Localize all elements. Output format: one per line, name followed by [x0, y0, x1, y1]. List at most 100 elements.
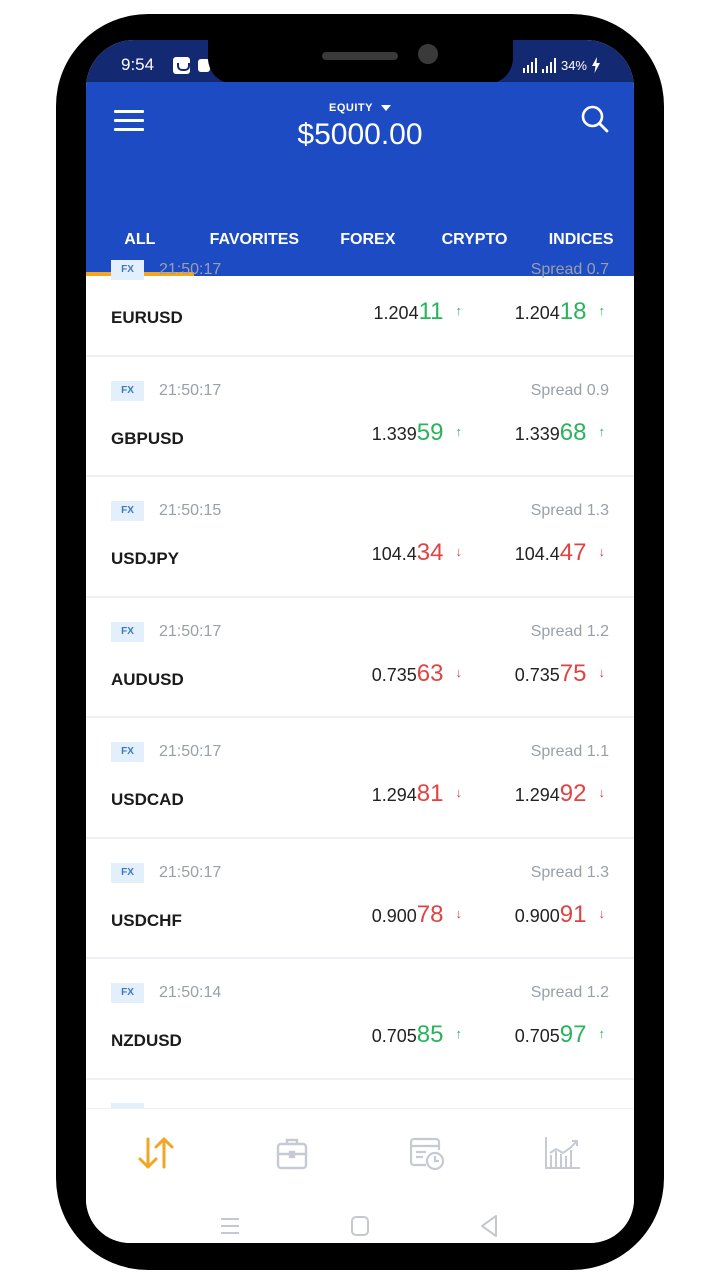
fx-badge: FX [111, 501, 144, 521]
speaker-grille [322, 52, 398, 60]
history-calendar-clock-icon[interactable] [406, 1135, 446, 1171]
arrow-down-icon: ↓ [455, 905, 463, 921]
equity-value: $5000.00 [297, 118, 423, 151]
equity-selector[interactable]: EQUITY [86, 102, 634, 114]
fx-badge: FX [111, 742, 144, 762]
trade-arrows-icon[interactable] [136, 1135, 176, 1171]
equity-label: EQUITY [329, 102, 373, 114]
spread-value: Spread 1.2 [530, 984, 609, 1001]
analytics-chart-icon[interactable] [542, 1135, 582, 1171]
fx-badge: FX [111, 983, 144, 1003]
ask-price[interactable]: 1.20418 ↑ [515, 298, 605, 326]
recent-apps-icon[interactable] [220, 1216, 240, 1236]
arrow-up-icon: ↑ [598, 303, 606, 318]
instrument-symbol: GBPUSD [111, 428, 184, 448]
quote-time: 21:50:17 [159, 261, 222, 278]
arrow-down-icon: ↓ [598, 544, 606, 559]
bid-price[interactable]: 0.70585 ↑ [372, 1021, 462, 1049]
ask-price-pips: 91 [559, 900, 587, 928]
battery-percent: 34% [560, 58, 587, 73]
ask-price-prefix: 0.900 [514, 905, 560, 926]
instrument-row[interactable]: FX 21:50:15 Spread 1.3 USDJPY 104.434 ↓ 104.44… [86, 477, 634, 598]
ask-price[interactable]: 0.70597 ↑ [515, 1021, 605, 1049]
spread-value: Spread 0.9 [530, 381, 609, 399]
fx-badge: FX [111, 380, 144, 401]
bid-price-pips: 59 [416, 418, 444, 446]
fx-badge: FX [111, 862, 144, 883]
spread-value: Spread 1.3 [530, 863, 609, 881]
signal-icon-1 [522, 58, 537, 73]
bid-price[interactable]: 0.73563 ↓ [372, 660, 462, 688]
caret-down-icon [380, 105, 391, 112]
ask-price-prefix: 104.4 [514, 544, 560, 564]
ask-price-pips: 18 [559, 298, 587, 325]
ask-price[interactable]: 0.73575 ↓ [515, 660, 605, 688]
bid-price-pips: 34 [416, 539, 444, 566]
instrument-symbol: USDJPY [111, 549, 180, 568]
system-navigation-bar [86, 1200, 634, 1243]
bid-price-pips: 81 [416, 780, 444, 807]
instrument-symbol: USDCAD [111, 790, 184, 809]
arrow-up-icon: ↑ [455, 423, 463, 439]
instrument-symbol: EURUSD [111, 308, 183, 327]
signal-icon-2 [541, 58, 556, 73]
ask-price-pips: 47 [559, 539, 587, 566]
fx-badge: FX [111, 260, 144, 280]
charging-icon [592, 57, 600, 73]
bid-price-pips: 85 [416, 1021, 444, 1048]
ask-price[interactable]: 104.447 ↓ [515, 539, 605, 567]
bid-price-pips: 11 [418, 298, 444, 325]
quote-time: 21:50:17 [159, 381, 222, 399]
bid-price-pips: 78 [416, 900, 444, 928]
bid-price[interactable]: 104.434 ↓ [372, 539, 462, 567]
ask-price-pips: 92 [559, 780, 587, 807]
arrow-down-icon: ↓ [598, 905, 606, 921]
portfolio-briefcase-icon[interactable] [272, 1135, 312, 1171]
spread-value: Spread 1.3 [530, 502, 609, 519]
app-notification-icon [173, 57, 190, 74]
camera-notch [208, 40, 513, 84]
bid-price[interactable]: 1.29481 ↓ [372, 780, 462, 808]
arrow-up-icon: ↑ [598, 1026, 606, 1041]
status-indicators: 34% [522, 57, 600, 73]
bid-price-prefix: 1.204 [373, 303, 419, 323]
bid-price[interactable]: 1.20411 ↑ [374, 298, 462, 326]
search-icon[interactable] [580, 104, 610, 134]
bid-price[interactable]: 0.90078 ↓ [372, 901, 462, 929]
ask-price-prefix: 1.204 [514, 303, 560, 323]
bid-price-prefix: 104.4 [371, 544, 417, 564]
bottom-navigation [86, 1108, 634, 1196]
instrument-row[interactable]: FX 21:50:17 Spread 1.1 USDCAD 1.29481 ↓ 1.2949… [86, 718, 634, 839]
ask-price-pips: 97 [559, 1021, 587, 1048]
quote-time: 21:50:17 [159, 743, 222, 760]
quote-time: 21:50:17 [159, 622, 222, 640]
instrument-row[interactable]: FX 21:50:14 Spread 1.2 NZDUSD 0.70585 ↑ 0.7059… [86, 959, 634, 1080]
arrow-up-icon: ↑ [455, 303, 463, 318]
bid-price-prefix: 0.900 [371, 905, 417, 926]
ask-price-pips: 75 [559, 659, 587, 687]
bid-price-prefix: 0.735 [371, 664, 417, 685]
instrument-symbol: USDCHF [111, 910, 182, 930]
spread-value: Spread 1.1 [530, 743, 609, 760]
spread-value: Spread 1.2 [530, 622, 609, 640]
instrument-row[interactable]: FX 21:50:17 Spread 0.9 GBPUSD 1.33959 ↑ 1.3396… [86, 357, 634, 477]
arrow-down-icon: ↓ [455, 664, 463, 680]
ask-price[interactable]: 0.90091 ↓ [515, 901, 605, 929]
ask-price[interactable]: 1.29492 ↓ [515, 780, 605, 808]
arrow-down-icon: ↓ [598, 785, 606, 800]
instrument-symbol: NZDUSD [111, 1031, 182, 1050]
spread-value: Spread 0.7 [530, 261, 609, 278]
ask-price-prefix: 1.294 [514, 785, 560, 805]
ask-price[interactable]: 1.33968 ↑ [515, 419, 605, 447]
quote-time: 21:50:17 [159, 863, 222, 881]
back-icon[interactable] [479, 1214, 499, 1238]
instrument-row[interactable]: FX 21:50:17 Spread 0.7 EURUSD 1.20411 ↑ 1.2041… [86, 236, 634, 357]
status-time: 9:54 [121, 55, 155, 74]
instrument-symbol: AUDUSD [111, 669, 184, 689]
instrument-row[interactable]: FX 21:50:17 Spread 1.3 USDCHF 0.90078 ↓ 0.9009… [86, 839, 634, 959]
ask-price-prefix: 0.705 [514, 1026, 560, 1046]
bid-price[interactable]: 1.33959 ↑ [372, 419, 462, 447]
status-bar: 9:54 34% [86, 40, 634, 84]
home-icon[interactable] [350, 1215, 370, 1237]
instrument-row[interactable]: FX 21:50:17 Spread 1.2 AUDUSD 0.73563 ↓ 0.7357… [86, 598, 634, 718]
